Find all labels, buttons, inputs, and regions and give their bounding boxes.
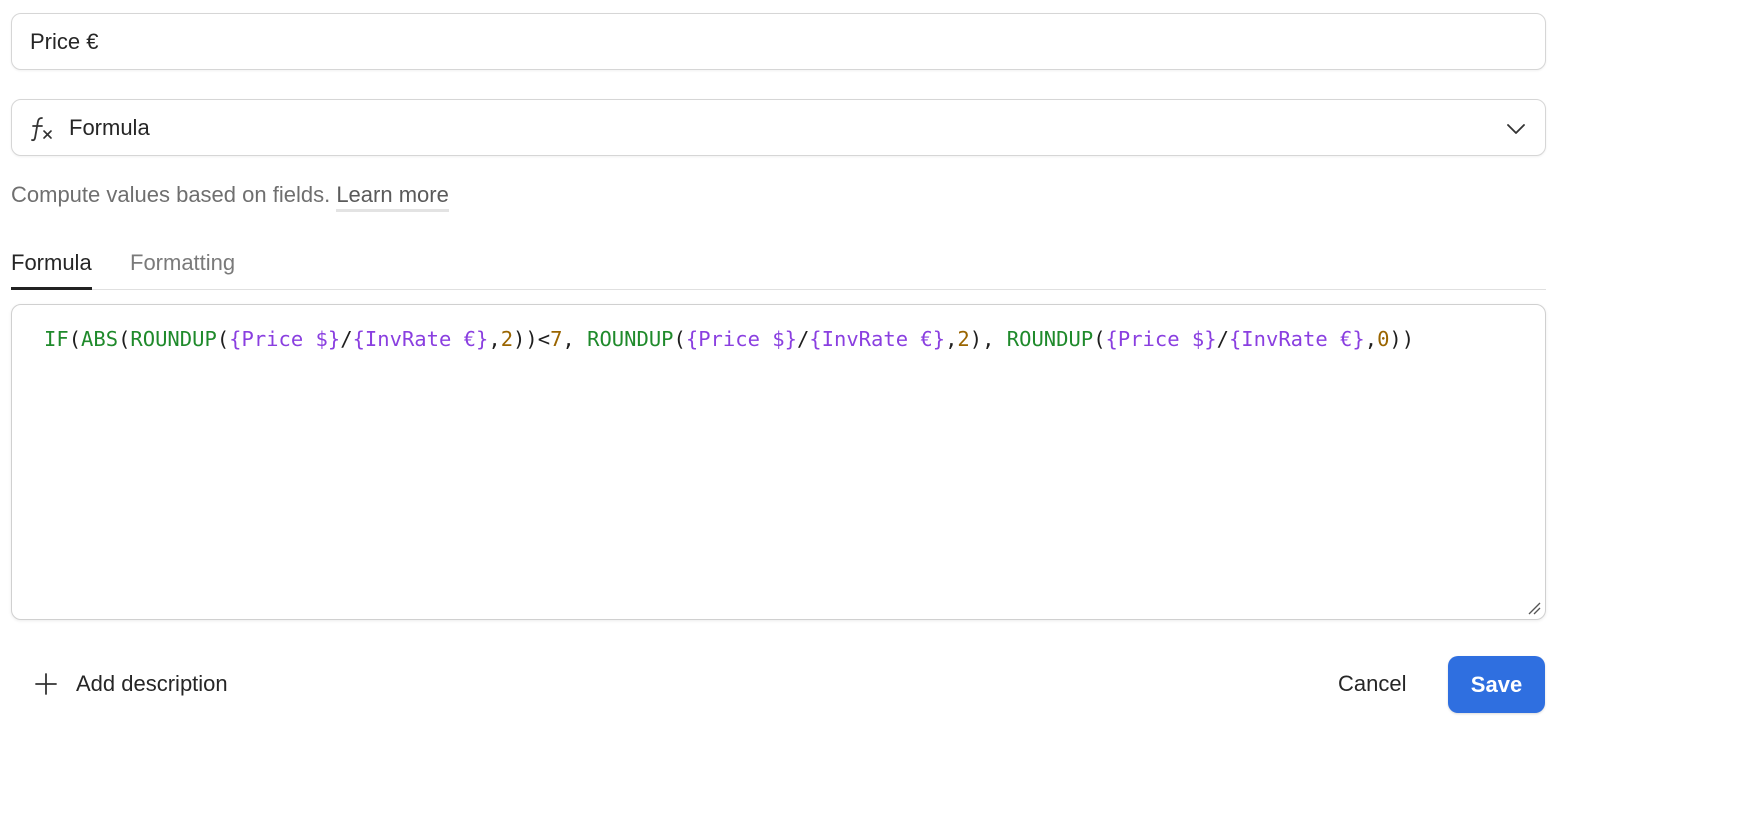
formula-number: 7 xyxy=(550,327,563,351)
formula-punctuation: ( xyxy=(673,327,686,351)
formula-punctuation: , xyxy=(1364,327,1378,351)
formula-code: IF(ABS(ROUNDUP({Price $}/{InvRate €},2))… xyxy=(44,323,1414,355)
formula-function: ABS xyxy=(81,327,119,351)
formula-punctuation: ( xyxy=(118,327,131,351)
field-type-select[interactable]: Formula xyxy=(11,99,1546,156)
formula-punctuation: / xyxy=(796,327,810,351)
formula-punctuation: , xyxy=(488,327,501,351)
add-description-button[interactable]: Add description xyxy=(34,664,228,704)
add-description-label: Add description xyxy=(76,671,228,696)
formula-number: 2 xyxy=(957,327,970,351)
formula-punctuation: )) xyxy=(1389,327,1415,351)
formula-field-reference: {InvRate €} xyxy=(1228,327,1365,351)
field-name-input[interactable]: Price € xyxy=(11,13,1546,70)
learn-more-link[interactable]: Learn more xyxy=(336,182,449,212)
tab-formatting[interactable]: Formatting xyxy=(130,246,235,280)
formula-punctuation: / xyxy=(1216,327,1229,351)
formula-field-reference: {InvRate €} xyxy=(352,327,489,351)
config-tabs: Formula Formatting xyxy=(11,240,1546,290)
save-button[interactable]: Save xyxy=(1448,656,1545,713)
cancel-button[interactable]: Cancel xyxy=(1316,664,1428,704)
formula-editor[interactable]: IF(ABS(ROUNDUP({Price $}/{InvRate €},2))… xyxy=(11,304,1546,620)
formula-punctuation: , xyxy=(562,327,588,351)
formula-function: IF xyxy=(44,327,69,351)
field-type-helper: Compute values based on fields. Learn mo… xyxy=(11,178,449,212)
formula-number: 2 xyxy=(500,327,514,351)
formula-punctuation: , xyxy=(945,327,958,351)
formula-punctuation: ))< xyxy=(513,327,551,351)
formula-field-reference: {Price $} xyxy=(229,327,341,351)
field-type-label: Formula xyxy=(69,115,150,140)
formula-punctuation: ( xyxy=(1093,327,1106,351)
formula-icon xyxy=(29,114,55,142)
formula-punctuation: ), xyxy=(969,327,1007,351)
formula-punctuation: / xyxy=(340,327,353,351)
formula-punctuation: ( xyxy=(216,327,230,351)
plus-icon xyxy=(34,672,58,696)
formula-function: ROUNDUP xyxy=(130,327,217,351)
formula-field-reference: {InvRate €} xyxy=(809,327,946,351)
chevron-down-icon xyxy=(1505,118,1527,140)
field-name-value: Price € xyxy=(30,29,99,54)
formula-function: ROUNDUP xyxy=(1006,327,1094,351)
formula-function: ROUNDUP xyxy=(587,327,674,351)
resize-handle-icon[interactable] xyxy=(1527,601,1541,615)
formula-number: 0 xyxy=(1377,327,1390,351)
formula-field-reference: {Price $} xyxy=(1105,327,1217,351)
helper-text: Compute values based on fields. xyxy=(11,182,337,207)
formula-field-reference: {Price $} xyxy=(685,327,797,351)
tab-formula[interactable]: Formula xyxy=(11,246,92,290)
formula-punctuation: ( xyxy=(68,327,82,351)
